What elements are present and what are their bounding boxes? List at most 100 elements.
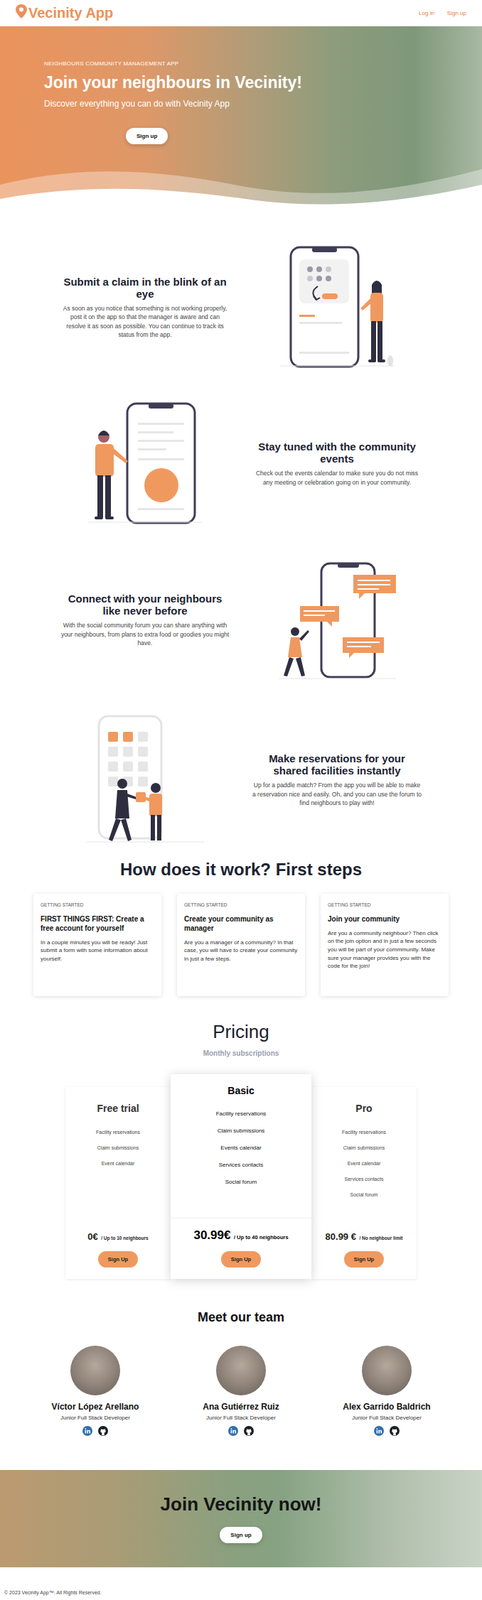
plan-price: 80.99 € xyxy=(325,1232,357,1243)
member-links xyxy=(228,1426,254,1440)
feature-title: Connect with your neighbours like never … xyxy=(60,592,230,618)
member-photo xyxy=(216,1346,266,1397)
member-name: Ana Gutiérrez Ruiz xyxy=(202,1402,279,1413)
pricing-subtitle: Monthly subscriptions xyxy=(0,1050,482,1058)
plan-name: Free trial xyxy=(65,1103,171,1115)
plan-feature: Facility reservations xyxy=(170,1111,312,1118)
events-illustration-icon xyxy=(56,401,234,527)
plan-limit: / No neighbour limit xyxy=(359,1236,403,1242)
plan-features: Facility reservationsClaim submissionsEv… xyxy=(65,1130,171,1167)
step-card: GETTING STARTED FIRST THINGS FIRST: Creat… xyxy=(33,894,162,997)
step-text: In a couple minutes you will be ready! J… xyxy=(40,939,155,964)
navbar: Vecinity App Log in Sign up xyxy=(0,0,482,27)
plans: Free trialFacility reservationsClaim sub… xyxy=(0,1074,482,1280)
plan-features: Facility reservations Claim submissions Ev… xyxy=(170,1111,312,1186)
hero-wave xyxy=(0,156,482,214)
team-title: Meet our team xyxy=(0,1310,482,1327)
plan-feature: Facility reservations xyxy=(65,1130,171,1136)
member-photo xyxy=(70,1346,121,1397)
plan-feature: Services contacts xyxy=(311,1177,417,1183)
plan-limit: / Up to 40 neighbours xyxy=(233,1234,289,1242)
plan-name: Pro xyxy=(311,1103,417,1115)
feature-row: Submit a claim in the blink of an eyeAs … xyxy=(0,245,482,370)
member-name: Víctor López Arellano xyxy=(51,1402,140,1413)
plan-price: 30.99€ xyxy=(193,1229,231,1243)
cta-band: Join Vecinity now! Sign up xyxy=(0,1470,482,1569)
cta-title: Join Vecinity now! xyxy=(160,1494,323,1517)
step-text: Are you a community neighbour? Then clic… xyxy=(327,929,442,972)
nav-link[interactable]: Log in xyxy=(418,9,435,17)
cta-signup-button[interactable]: Sign up xyxy=(219,1527,262,1545)
plan-feature: Event calendar xyxy=(65,1161,171,1167)
pricing-section: PricingMonthly subscriptionsFree trialFa… xyxy=(0,1021,482,1280)
team-members: Víctor López Arellano Junior Full Stack D… xyxy=(0,1346,482,1440)
plan-price: 0€ xyxy=(87,1232,98,1243)
plan-limit: / Up to 10 neighbours xyxy=(100,1236,148,1242)
linkedin-icon[interactable] xyxy=(228,1426,239,1440)
plan-card: Pro Facility reservations Claim submission… xyxy=(311,1087,417,1280)
member-links xyxy=(373,1426,400,1440)
steps-section: How does it work? First steps GETTING STA… xyxy=(0,860,482,997)
hero-signup-button[interactable]: Sign up xyxy=(125,127,168,145)
hero: NEIGHBOURS COMMUNITY MANAGEMENT APP Join … xyxy=(0,26,482,214)
reservations-illustration-icon xyxy=(56,714,234,846)
plan-feature: Social forum xyxy=(311,1192,417,1198)
plan-signup-button[interactable]: Sign Up xyxy=(221,1251,261,1269)
nav-link[interactable]: Sign up xyxy=(447,9,467,17)
hero-title: Join your neighbours in Vecinity! xyxy=(44,73,482,93)
member-role: Junior Full Stack Developer xyxy=(206,1415,276,1422)
team-member: Ana Gutiérrez Ruiz Junior Full Stack Deve… xyxy=(168,1346,315,1440)
plan-card: Free trial Facility reservationsClaim sub… xyxy=(65,1087,171,1280)
footer-text: © 2023 Vecinity App™. All Rights Reserve… xyxy=(4,1591,102,1597)
logo-text[interactable]: Vecinity App xyxy=(28,4,114,22)
member-links xyxy=(82,1426,109,1440)
plan-feature: Claim submissions xyxy=(170,1128,312,1135)
step-text: Are you a manager of a community? In tha… xyxy=(184,939,298,964)
step-cards: GETTING STARTED FIRST THINGS FIRST: Creat… xyxy=(0,894,482,997)
feature-row: Connect with your neighbours like never … xyxy=(0,558,482,683)
claim-illustration-icon xyxy=(248,245,426,370)
github-icon[interactable] xyxy=(389,1426,400,1440)
feature-text-body: As soon as you notice that something is … xyxy=(60,304,230,340)
plan-signup-button[interactable]: Sign Up xyxy=(344,1251,384,1269)
github-icon[interactable] xyxy=(98,1426,109,1440)
nav-links: Log in Sign up xyxy=(418,9,467,17)
steps-title: How does it work? First steps xyxy=(0,860,482,881)
feature-text: Make reservations for your shared facili… xyxy=(248,714,426,846)
member-role: Junior Full Stack Developer xyxy=(351,1415,422,1422)
feature-text: Connect with your neighbours like never … xyxy=(56,558,234,683)
team-section: Meet our team Víctor López Arellano Junior… xyxy=(0,1310,482,1440)
plan-price-area: 80.99 € / No neighbour limit Sign Up xyxy=(311,1230,417,1280)
plan-price-area: 0€ / Up to 10 neighbours Sign Up xyxy=(65,1230,171,1280)
logo[interactable]: Vecinity App xyxy=(15,4,114,23)
step-title: Create your community as manager xyxy=(184,914,298,934)
team-member: Víctor López Arellano Junior Full Stack D… xyxy=(22,1346,169,1440)
plan-feature: Services contacts xyxy=(170,1162,312,1169)
logo-pin-icon xyxy=(15,4,28,23)
hero-eyebrow: NEIGHBOURS COMMUNITY MANAGEMENT APP xyxy=(44,60,482,67)
step-eyebrow: GETTING STARTED xyxy=(40,902,155,908)
member-photo xyxy=(361,1346,412,1397)
feature-text: Submit a claim in the blink of an eyeAs … xyxy=(56,245,234,370)
step-eyebrow: GETTING STARTED xyxy=(184,902,298,908)
plan-feature: Facility reservations xyxy=(311,1130,417,1136)
feature-title: Stay tuned with the community events xyxy=(252,440,422,466)
member-role: Junior Full Stack Developer xyxy=(60,1415,131,1422)
linkedin-icon[interactable] xyxy=(373,1426,384,1440)
plan-name: Basic xyxy=(170,1085,312,1097)
plan-signup-button[interactable]: Sign Up xyxy=(98,1251,138,1269)
plan-feature: Claim submissions xyxy=(311,1145,417,1151)
github-icon[interactable] xyxy=(243,1426,254,1440)
plan-feature: Event calendar xyxy=(311,1161,417,1167)
plan-feature: Events calendar xyxy=(170,1145,312,1152)
hero-subtitle: Discover everything you can do with Veci… xyxy=(44,98,482,109)
step-title: FIRST THINGS FIRST: Create a free accoun… xyxy=(40,914,155,934)
feature-row: Stay tuned with the community eventsChec… xyxy=(0,401,482,527)
member-name: Alex Garrido Baldrich xyxy=(342,1402,431,1413)
step-title: Join your community xyxy=(327,914,442,925)
feature-text-body: With the social community forum you can … xyxy=(60,621,230,648)
feature-text: Stay tuned with the community eventsChec… xyxy=(248,401,426,527)
linkedin-icon[interactable] xyxy=(82,1426,93,1440)
pricing-title: Pricing xyxy=(0,1021,482,1044)
feature-row: Make reservations for your shared facili… xyxy=(0,714,482,839)
